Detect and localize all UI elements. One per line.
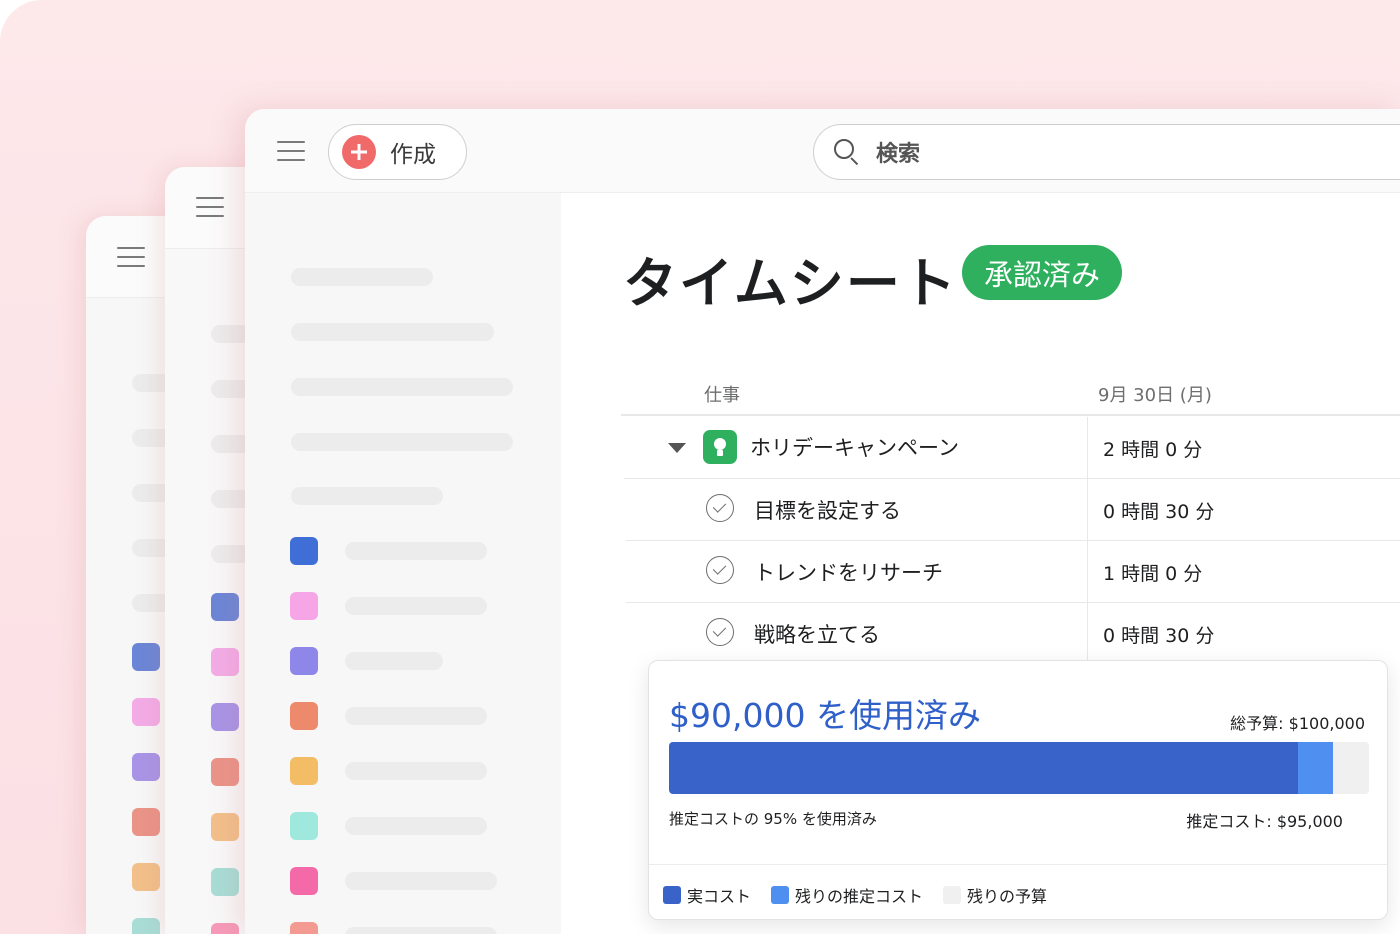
budget-used-title: $90,000 を使用済み <box>669 696 981 735</box>
lightbulb-icon <box>703 430 737 464</box>
row-time[interactable]: 0 時間 30 分 <box>1103 497 1214 524</box>
row-task-name: 戦略を立てる <box>754 623 880 647</box>
project-color-swatch[interactable] <box>290 537 318 565</box>
create-button[interactable]: 作成 <box>328 124 467 180</box>
project-color-swatch[interactable] <box>290 922 318 934</box>
menu-icon[interactable] <box>277 141 305 161</box>
project-color-swatch[interactable] <box>290 812 318 840</box>
row-task-name: ホリデーキャンペーン <box>750 436 959 460</box>
legend-label: 実コスト <box>687 887 752 906</box>
column-header-date: 9月 30日 (月) <box>1098 385 1212 406</box>
project-color-swatch[interactable] <box>211 593 239 621</box>
row-task-name: 目標を設定する <box>754 499 901 523</box>
budget-legend: 実コスト 残りの推定コスト 残りの予算 <box>663 883 1067 907</box>
skeleton-line <box>345 872 497 890</box>
column-header-task: 仕事 <box>704 385 740 406</box>
legend-swatch <box>771 886 790 904</box>
search-icon <box>834 139 860 166</box>
row-task-name: トレンドをリサーチ <box>754 561 943 585</box>
project-color-swatch[interactable] <box>211 813 239 841</box>
skeleton-line <box>291 378 513 396</box>
row-time[interactable]: 1 時間 0 分 <box>1103 559 1202 586</box>
row-time[interactable]: 2 時間 0 分 <box>1103 435 1202 462</box>
estimated-cost: 推定コスト: $95,000 <box>1186 812 1343 831</box>
legend-label: 残りの予算 <box>967 887 1048 906</box>
menu-icon <box>196 197 224 217</box>
row-time[interactable]: 0 時間 30 分 <box>1103 621 1214 648</box>
project-color-swatch[interactable] <box>211 703 239 731</box>
search-placeholder: 検索 <box>876 142 921 167</box>
project-color-swatch[interactable] <box>211 923 239 934</box>
legend-swatch <box>663 886 681 904</box>
skeleton-line <box>345 817 487 835</box>
budget-card: $90,000 を使用済み 総予算: $100,000 推定コストの 95% を… <box>648 660 1388 920</box>
project-color-swatch[interactable] <box>132 643 160 671</box>
status-badge: 承認済み <box>962 245 1123 300</box>
skeleton-line <box>291 433 513 451</box>
skeleton-line <box>291 487 443 505</box>
legend-item-remaining-estimate: 残りの推定コスト <box>771 883 923 907</box>
project-color-swatch[interactable] <box>290 592 318 620</box>
project-color-swatch[interactable] <box>290 867 318 895</box>
legend-item-actual: 実コスト <box>663 883 751 907</box>
project-color-swatch[interactable] <box>211 868 239 896</box>
row-divider <box>626 540 1400 541</box>
skeleton-line <box>291 323 494 341</box>
top-bar: 作成 検索 <box>245 109 1400 193</box>
collapse-caret-icon[interactable] <box>668 443 686 453</box>
remaining-estimate-fill <box>1298 742 1333 794</box>
skeleton-line <box>345 542 487 560</box>
check-icon[interactable] <box>706 618 734 646</box>
project-color-swatch[interactable] <box>132 863 160 891</box>
plus-icon <box>342 135 376 169</box>
skeleton-line <box>345 597 487 615</box>
page-title: タイムシート <box>623 252 958 315</box>
legend-swatch <box>943 886 962 904</box>
project-color-swatch[interactable] <box>290 647 318 675</box>
header-divider <box>621 414 1400 416</box>
search-input[interactable]: 検索 <box>813 124 1400 180</box>
create-button-label: 作成 <box>390 142 436 168</box>
main-window: 作成 検索 タイムシート 承認済み 仕事 9月 30日 (月) ホリデーキャンペ… <box>245 109 1400 934</box>
budget-percent-text: 推定コストの 95% を使用済み <box>669 810 877 828</box>
skeleton-line <box>345 762 487 780</box>
skeleton-line <box>291 268 433 286</box>
check-icon[interactable] <box>706 494 734 522</box>
project-color-swatch[interactable] <box>211 648 239 676</box>
card-divider <box>649 864 1387 865</box>
project-color-swatch[interactable] <box>290 757 318 785</box>
legend-item-remaining-budget: 残りの予算 <box>943 883 1047 907</box>
row-divider <box>624 478 1400 479</box>
skeleton-line <box>345 707 487 725</box>
project-color-swatch[interactable] <box>290 702 318 730</box>
project-color-swatch[interactable] <box>132 918 160 934</box>
menu-icon <box>117 247 145 267</box>
project-color-swatch[interactable] <box>132 808 160 836</box>
sidebar <box>245 193 561 934</box>
row-divider <box>626 602 1400 603</box>
budget-progress-bar <box>669 742 1369 794</box>
legend-label: 残りの推定コスト <box>795 887 924 906</box>
project-color-swatch[interactable] <box>132 698 160 726</box>
check-icon[interactable] <box>706 556 734 584</box>
project-color-swatch[interactable] <box>211 758 239 786</box>
budget-total: 総予算: $100,000 <box>1230 714 1365 733</box>
actual-cost-fill <box>669 742 1299 794</box>
project-color-swatch[interactable] <box>132 753 160 781</box>
skeleton-line <box>345 927 497 934</box>
skeleton-line <box>345 652 443 670</box>
